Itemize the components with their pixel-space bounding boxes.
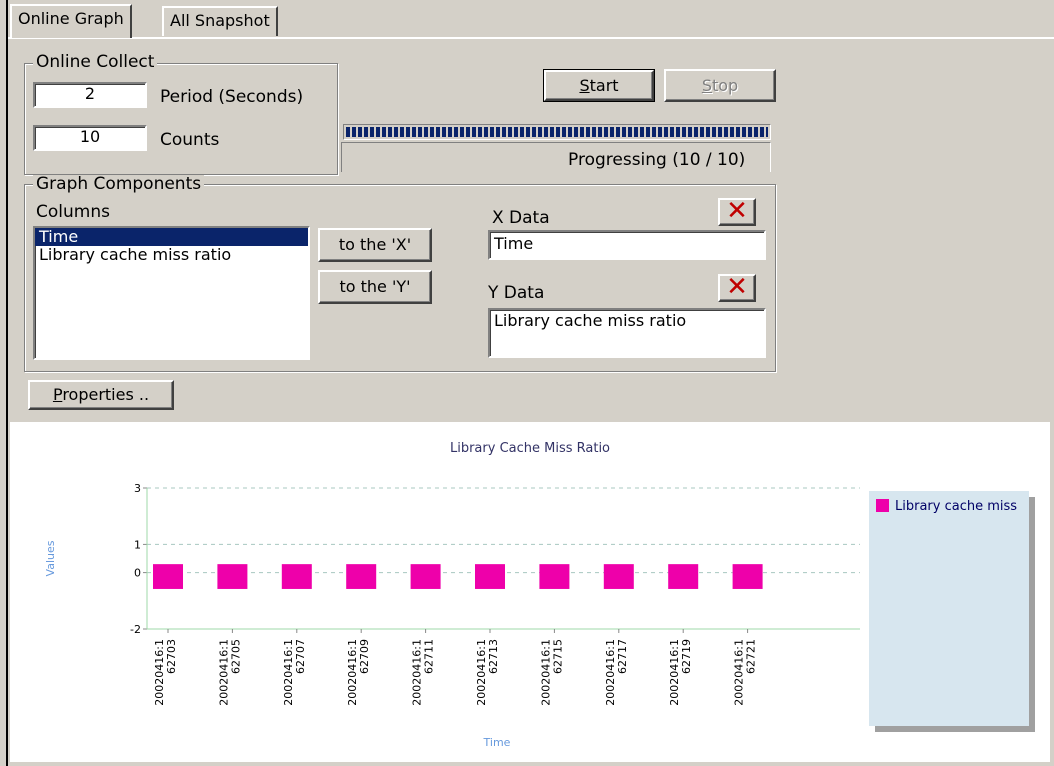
x-tick-label: 62715 xyxy=(551,639,564,674)
counts-label: Counts xyxy=(160,130,220,150)
x-tick-label: 62707 xyxy=(294,639,307,674)
x-tick-label: 62721 xyxy=(745,639,758,674)
stop-button[interactable]: Stop xyxy=(664,69,776,102)
properties-button[interactable]: Properties .. xyxy=(28,380,174,410)
period-label: Period (Seconds) xyxy=(160,87,304,107)
legend-item: Library cache miss xyxy=(876,499,1017,514)
counts-input[interactable]: 10 xyxy=(33,125,147,151)
y-axis-title: Values xyxy=(44,540,57,576)
start-button[interactable]: Start xyxy=(543,69,655,102)
y-tick-label: 3 xyxy=(134,482,141,495)
list-item[interactable]: Library cache miss ratio xyxy=(35,246,308,264)
columns-label: Columns xyxy=(36,202,110,222)
y-data-field[interactable]: Library cache miss ratio xyxy=(488,308,766,358)
close-icon: ✕ xyxy=(726,196,748,226)
x-axis-title: Time xyxy=(483,736,511,749)
tab-all-snapshot[interactable]: All Snapshot xyxy=(162,6,278,36)
to-x-button[interactable]: to the 'X' xyxy=(318,228,432,262)
y-tick-label: 1 xyxy=(134,538,141,551)
x-tick-label: 62719 xyxy=(680,639,693,674)
y-tick-label: -2 xyxy=(130,623,141,636)
bar xyxy=(281,564,312,589)
online-collect-title: Online Collect xyxy=(33,53,158,71)
chart-area: Library Cache Miss Ratio 3 1 0 -2 20020416:1… xyxy=(10,422,1050,762)
to-y-button[interactable]: to the 'Y' xyxy=(318,270,432,304)
clear-x-button[interactable]: ✕ xyxy=(718,198,756,226)
graph-components-title: Graph Components xyxy=(33,175,205,193)
close-icon: ✕ xyxy=(726,272,748,302)
x-tick-label: 62703 xyxy=(165,639,178,674)
bar xyxy=(217,564,248,589)
bar xyxy=(153,564,183,589)
columns-listbox[interactable]: Time Library cache miss ratio xyxy=(33,226,310,360)
tab-divider xyxy=(8,37,1054,39)
y-tick-label: 0 xyxy=(134,567,141,580)
progress-bar xyxy=(343,124,771,140)
bar xyxy=(603,564,634,589)
legend-label: Library cache miss xyxy=(895,499,1018,514)
x-tick-label: 62705 xyxy=(229,639,242,674)
tab-online-graph[interactable]: Online Graph xyxy=(10,4,132,38)
x-tick-label: 62711 xyxy=(423,639,436,674)
progress-fill xyxy=(346,127,768,137)
bar xyxy=(475,564,505,589)
bar xyxy=(732,564,763,589)
x-tick-label: 62717 xyxy=(616,639,629,674)
x-tick-label: 62709 xyxy=(358,639,371,674)
x-data-field[interactable]: Time xyxy=(488,230,766,260)
list-item[interactable]: Time xyxy=(35,228,308,246)
clear-y-button[interactable]: ✕ xyxy=(718,274,756,302)
progress-status: Progressing (10 / 10) xyxy=(568,150,746,170)
legend-swatch xyxy=(876,499,889,512)
bar xyxy=(410,564,441,589)
chart-legend: Library cache miss xyxy=(869,491,1029,726)
online-collect-group xyxy=(24,63,338,175)
y-data-label: Y Data xyxy=(488,283,545,303)
bar xyxy=(539,564,570,589)
x-tick-label: 62713 xyxy=(487,639,500,674)
x-data-label: X Data xyxy=(492,208,550,228)
bar xyxy=(668,564,699,589)
period-input[interactable]: 2 xyxy=(33,82,147,108)
bar xyxy=(346,564,377,589)
